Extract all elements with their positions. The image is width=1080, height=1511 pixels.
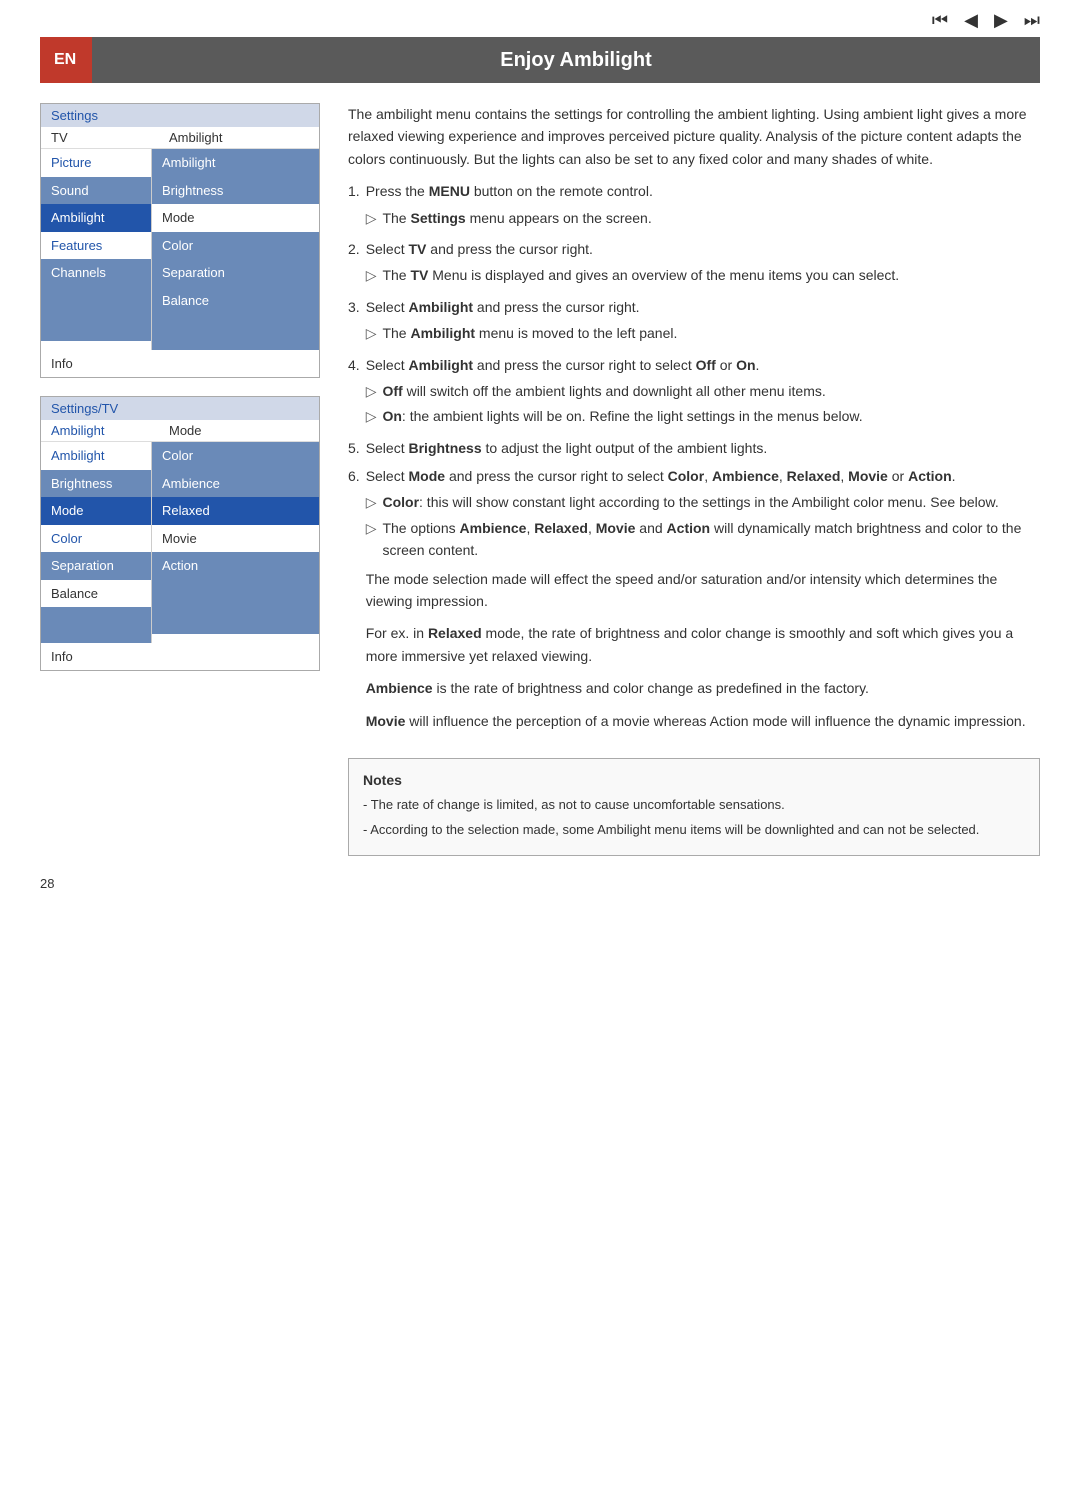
note-2: - According to the selection made, some … xyxy=(363,820,1025,841)
step-4-sub-2: ▷ On: the ambient lights will be on. Ref… xyxy=(366,405,863,427)
step-2-content: Select TV and press the cursor right. ▷ … xyxy=(366,238,900,290)
intro-text: The ambilight menu contains the settings… xyxy=(348,103,1040,170)
menu2-right-relaxed[interactable]: Relaxed xyxy=(152,497,319,525)
menu1-right-balance[interactable]: Balance xyxy=(152,287,319,315)
step-3-num: 3. xyxy=(348,296,360,348)
menu1-right-separation[interactable]: Separation xyxy=(152,259,319,287)
settings-menu-header: Settings xyxy=(41,104,319,127)
arrow-icon: ▷ xyxy=(366,264,377,286)
menu2-right-col: Color Ambience Relaxed Movie Action xyxy=(151,442,319,643)
mode-label: Mode xyxy=(161,423,202,438)
step-4-num: 4. xyxy=(348,354,360,431)
skip-back-icon[interactable]: ⏮ xyxy=(932,10,948,31)
step-6-sub-2: ▷ The options Ambience, Relaxed, Movie a… xyxy=(366,517,1040,562)
step-2-num: 2. xyxy=(348,238,360,290)
step-6-content: Select Mode and press the cursor right t… xyxy=(366,465,1040,742)
menu-item-picture[interactable]: Picture xyxy=(41,149,151,177)
step-3-sub-1: ▷ The Ambilight menu is moved to the lef… xyxy=(366,322,678,344)
menu1-right-col: Ambilight Brightness Mode Color Separati… xyxy=(151,149,319,350)
arrow-icon: ▷ xyxy=(366,207,377,229)
menu2-item-color[interactable]: Color xyxy=(41,525,151,553)
step-6-extra-3: Ambience is the rate of brightness and c… xyxy=(366,677,1040,699)
menu1-right-ambilight[interactable]: Ambilight xyxy=(152,149,319,177)
tv-value: Ambilight xyxy=(161,130,222,145)
page-title: Enjoy Ambilight xyxy=(92,49,1040,72)
step-6-num: 6. xyxy=(348,465,360,742)
arrow-icon: ▷ xyxy=(366,380,377,402)
forward-icon[interactable]: ▶ xyxy=(994,10,1008,31)
rewind-icon[interactable]: ◀ xyxy=(964,10,978,31)
arrow-icon: ▷ xyxy=(366,322,377,344)
note-1: - The rate of change is limited, as not … xyxy=(363,795,1025,816)
menu2-right-movie[interactable]: Movie xyxy=(152,525,319,553)
step-4: 4. Select Ambilight and press the cursor… xyxy=(348,354,1040,431)
menu-item-features[interactable]: Features xyxy=(41,232,151,260)
language-label: EN xyxy=(40,37,92,83)
menu2-right-color[interactable]: Color xyxy=(152,442,319,470)
skip-forward-icon[interactable]: ⏭ xyxy=(1024,10,1040,31)
menu2-item-mode[interactable]: Mode xyxy=(41,497,151,525)
arrow-icon: ▷ xyxy=(366,491,377,513)
step-6-extra-4: Movie will influence the perception of a… xyxy=(366,710,1040,732)
menu-item-sound[interactable]: Sound xyxy=(41,177,151,205)
menu2-item-ambilight[interactable]: Ambilight xyxy=(41,442,151,470)
step-5: 5. Select Brightness to adjust the light… xyxy=(348,437,1040,459)
arrow-icon: ▷ xyxy=(366,405,377,427)
step-5-num: 5. xyxy=(348,437,360,459)
step-4-sub: ▷ Off will switch off the ambient lights… xyxy=(366,380,863,428)
menu1-items-row: Picture Sound Ambilight Features Channel… xyxy=(41,149,319,350)
menu1-right-brightness[interactable]: Brightness xyxy=(152,177,319,205)
footer: 28 xyxy=(40,876,1040,891)
step-6: 6. Select Mode and press the cursor righ… xyxy=(348,465,1040,742)
step-2: 2. Select TV and press the cursor right.… xyxy=(348,238,1040,290)
step-3-content: Select Ambilight and press the cursor ri… xyxy=(366,296,678,348)
menu2-item-balance[interactable]: Balance xyxy=(41,580,151,608)
menu2-item-separation[interactable]: Separation xyxy=(41,552,151,580)
top-navigation: ⏮ ◀ ▶ ⏭ xyxy=(0,0,1080,37)
step-5-content: Select Brightness to adjust the light ou… xyxy=(366,437,768,459)
step-6-sub-1: ▷ Color: this will show constant light a… xyxy=(366,491,1040,513)
step-4-sub-1: ▷ Off will switch off the ambient lights… xyxy=(366,380,863,402)
step-1-sub-1: ▷ The Settings menu appears on the scree… xyxy=(366,207,653,229)
header-bar: EN Enjoy Ambilight xyxy=(40,37,1040,83)
menu2-items-row: Ambilight Brightness Mode Color Separati… xyxy=(41,442,319,643)
menu1-info: Info xyxy=(41,350,319,377)
step-1-num: 1. xyxy=(348,180,360,232)
menu2-right-action[interactable]: Action xyxy=(152,552,319,580)
notes-title: Notes xyxy=(363,769,1025,791)
menu2-right-ambience[interactable]: Ambience xyxy=(152,470,319,498)
settings-tv-menu-box: Settings/TV Ambilight Mode Ambilight Bri… xyxy=(40,396,320,671)
page-number: 28 xyxy=(40,876,54,891)
steps-list: 1. Press the MENU button on the remote c… xyxy=(348,180,1040,742)
step-3: 3. Select Ambilight and press the cursor… xyxy=(348,296,1040,348)
step-6-sub: ▷ Color: this will show constant light a… xyxy=(366,491,1040,561)
step-4-content: Select Ambilight and press the cursor ri… xyxy=(366,354,863,431)
menu2-left-col: Ambilight Brightness Mode Color Separati… xyxy=(41,442,151,643)
menu-item-channels[interactable]: Channels xyxy=(41,259,151,287)
arrow-icon: ▷ xyxy=(366,517,377,562)
menu1-right-mode[interactable]: Mode xyxy=(152,204,319,232)
ambilight-label: Ambilight xyxy=(51,423,161,438)
step-1-sub: ▷ The Settings menu appears on the scree… xyxy=(366,207,653,229)
menu-item-ambilight[interactable]: Ambilight xyxy=(41,204,151,232)
right-panel: The ambilight menu contains the settings… xyxy=(348,103,1040,856)
step-1: 1. Press the MENU button on the remote c… xyxy=(348,180,1040,232)
settings-menu-box: Settings TV Ambilight Picture Sound Ambi… xyxy=(40,103,320,378)
left-panel: Settings TV Ambilight Picture Sound Ambi… xyxy=(40,103,320,856)
notes-box: Notes - The rate of change is limited, a… xyxy=(348,758,1040,856)
step-3-sub: ▷ The Ambilight menu is moved to the lef… xyxy=(366,322,678,344)
menu1-left-col: Picture Sound Ambilight Features Channel… xyxy=(41,149,151,350)
menu1-right-color[interactable]: Color xyxy=(152,232,319,260)
menu2-info: Info xyxy=(41,643,319,670)
main-content: Settings TV Ambilight Picture Sound Ambi… xyxy=(40,103,1040,856)
tv-label: TV xyxy=(51,130,161,145)
settings-tv-menu-header: Settings/TV xyxy=(41,397,319,420)
menu2-item-brightness[interactable]: Brightness xyxy=(41,470,151,498)
step-2-sub-1: ▷ The TV Menu is displayed and gives an … xyxy=(366,264,900,286)
step-6-extra-1: The mode selection made will effect the … xyxy=(366,568,1040,613)
step-1-content: Press the MENU button on the remote cont… xyxy=(366,180,653,232)
step-2-sub: ▷ The TV Menu is displayed and gives an … xyxy=(366,264,900,286)
step-6-extra-2: For ex. in Relaxed mode, the rate of bri… xyxy=(366,622,1040,667)
